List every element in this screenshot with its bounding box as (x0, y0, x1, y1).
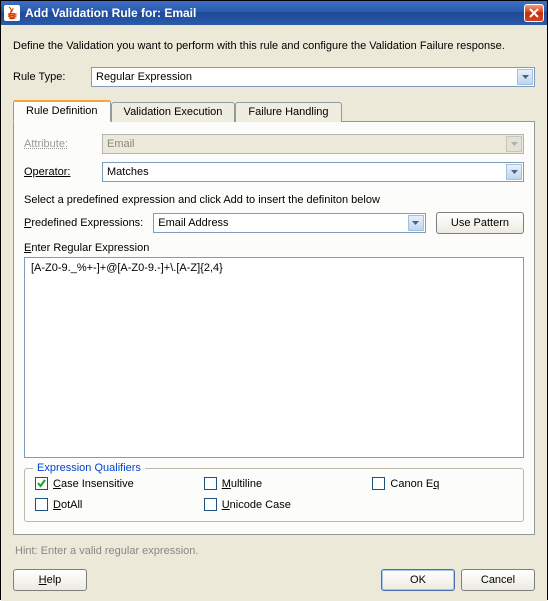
ok-button[interactable]: OK (381, 569, 455, 591)
rule-type-row: Rule Type: Regular Expression (13, 67, 535, 87)
close-button[interactable] (524, 4, 544, 22)
regex-input[interactable] (24, 257, 524, 458)
checkbox-icon (372, 477, 385, 490)
qualifiers-group: Expression Qualifiers Case Insensitive M… (24, 468, 524, 522)
hint-text: Hint: Enter a valid regular expression. (15, 545, 535, 557)
tab-validation-execution[interactable]: Validation Execution (111, 102, 236, 122)
rule-type-dropdown[interactable]: Regular Expression (91, 67, 535, 87)
tab-strip: Rule Definition Validation Execution Fai… (13, 100, 535, 122)
rule-type-label: Rule Type: (13, 71, 91, 83)
checkbox-icon (35, 477, 48, 490)
tab-rule-definition[interactable]: Rule Definition (13, 100, 111, 122)
predefined-value: Email Address (158, 217, 228, 229)
dialog-content: Define the Validation you want to perfor… (1, 25, 547, 601)
chevron-down-icon (517, 69, 533, 85)
checkbox-case-insensitive[interactable]: Case Insensitive (35, 477, 204, 490)
chevron-down-icon (408, 215, 424, 231)
checkbox-dotall[interactable]: DotAll (35, 498, 204, 511)
chevron-down-icon (506, 164, 522, 180)
predefined-dropdown[interactable]: Email Address (153, 213, 426, 233)
attribute-value: Email (107, 138, 135, 150)
window-title: Add Validation Rule for: Email (25, 6, 196, 20)
rule-type-value: Regular Expression (96, 71, 192, 83)
titlebar: Add Validation Rule for: Email (1, 1, 547, 25)
checkbox-icon (204, 477, 217, 490)
tab-panel: Attribute: Email Operator: Matches Selec… (13, 121, 535, 535)
chevron-down-icon (506, 136, 522, 152)
checkbox-canon-eq[interactable]: Canon Eq (372, 477, 513, 490)
cancel-button[interactable]: Cancel (461, 569, 535, 591)
checkbox-icon (204, 498, 217, 511)
use-pattern-button[interactable]: Use Pattern (436, 212, 524, 234)
intro-text: Define the Validation you want to perfor… (13, 40, 535, 52)
qualifiers-legend: Expression Qualifiers (33, 462, 145, 474)
enter-regex-label: Enter Regular Expression (24, 242, 524, 254)
attribute-label: Attribute: (24, 138, 102, 150)
dialog-footer: Help OK Cancel (13, 569, 535, 591)
select-text: Select a predefined expression and click… (24, 194, 524, 206)
tab-failure-handling[interactable]: Failure Handling (235, 102, 341, 122)
attribute-dropdown: Email (102, 134, 524, 154)
operator-label: Operator: (24, 166, 102, 178)
checkbox-multiline[interactable]: Multiline (204, 477, 373, 490)
operator-dropdown[interactable]: Matches (102, 162, 524, 182)
operator-value: Matches (107, 166, 149, 178)
checkbox-unicode-case[interactable]: Unicode Case (204, 498, 373, 511)
close-icon (529, 8, 539, 18)
operator-row: Operator: Matches (24, 162, 524, 182)
predefined-row: Predefined Expressions: Email Address Us… (24, 212, 524, 234)
help-button[interactable]: Help (13, 569, 87, 591)
checkbox-icon (35, 498, 48, 511)
predefined-label: Predefined Expressions: (24, 217, 143, 229)
attribute-row: Attribute: Email (24, 134, 524, 154)
java-icon (4, 5, 20, 21)
